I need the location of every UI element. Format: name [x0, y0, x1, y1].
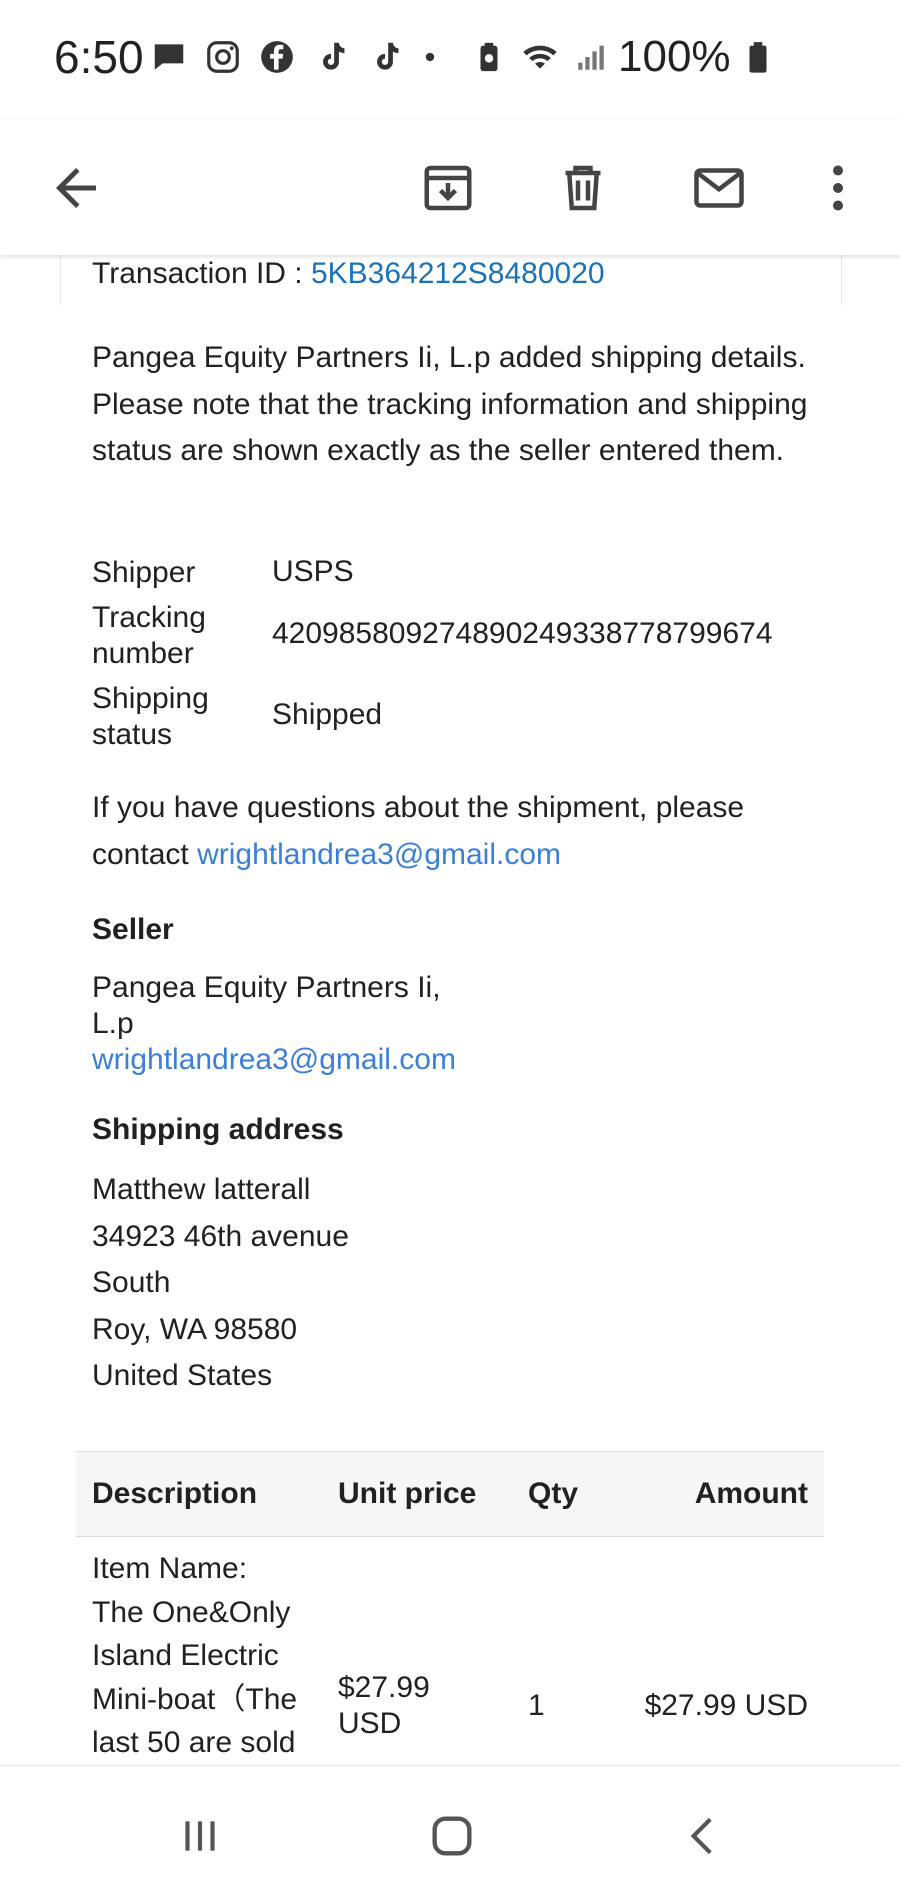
recents-icon: [185, 1821, 215, 1851]
table-row: Item Name: The One&Only Island Electric …: [76, 1537, 824, 1765]
col-amount: Amount: [628, 1451, 824, 1537]
item-qty: 1: [528, 1688, 545, 1722]
seller-heading: Seller: [92, 913, 174, 946]
battery-percent: 100%: [618, 32, 731, 81]
tracking-label: Tracking number: [92, 601, 206, 670]
trash-icon: [565, 165, 601, 211]
shipping-note: Pangea Equity Partners Ii, L.p added shi…: [92, 341, 808, 467]
wifi-icon: [523, 45, 557, 69]
transaction-label: Transaction ID :: [92, 257, 311, 290]
nav-back-icon: [690, 1817, 712, 1855]
signal-icon: [578, 45, 604, 70]
item-description: Item Name: The One&Only Island Electric …: [92, 1552, 298, 1759]
mail-icon: [694, 168, 744, 208]
col-description: Description: [76, 1451, 322, 1537]
battery-icon: [749, 42, 767, 73]
status-bar: 6:50 100%: [0, 0, 900, 120]
transaction-id-line: Transaction ID : 5KB364212S8480020: [92, 257, 605, 291]
seller-info: Pangea Equity Partners Ii, L.p wrightlan…: [92, 970, 456, 1078]
email-toolbar: [0, 120, 900, 255]
col-unit-price: Unit price: [322, 1451, 512, 1537]
nav-back-button[interactable]: [664, 1796, 744, 1876]
item-unit-price: $27.99 USD: [338, 1670, 430, 1740]
more-options-button[interactable]: [798, 148, 878, 228]
instagram-icon: [207, 41, 239, 73]
battery-saver-icon: [480, 42, 498, 72]
tiktok-icon: [377, 42, 399, 70]
shipper-value: USPS: [272, 555, 354, 588]
seller-email-link[interactable]: wrightlandrea3@gmail.com: [92, 1042, 456, 1078]
archive-icon: [424, 165, 472, 211]
shipping-address-heading: Shipping address: [92, 1113, 344, 1146]
home-button[interactable]: [412, 1796, 492, 1876]
shipping-status-value: Shipped: [272, 698, 383, 731]
contact-email-link[interactable]: wrightlandrea3@gmail.com: [197, 838, 561, 871]
items-table: Description Unit price Qty Amount Item N…: [76, 1451, 824, 1765]
home-icon: [432, 1816, 472, 1856]
back-button[interactable]: [36, 148, 116, 228]
system-status: 100%: [472, 32, 775, 82]
seller-name-cont: L.p: [92, 1007, 134, 1040]
questions-text: If you have questions about the shipment…: [92, 791, 745, 871]
system-nav-bar: [0, 1765, 900, 1901]
email-body[interactable]: Transaction ID : 5KB364212S8480020 Pange…: [0, 255, 900, 1765]
tiktok-icon: [323, 42, 345, 70]
notification-icons: [150, 38, 440, 76]
shipping-status-label: Shipping status: [92, 682, 209, 751]
shipper-label: Shipper: [92, 556, 196, 589]
mark-unread-button[interactable]: [679, 148, 759, 228]
seller-name: Pangea Equity Partners Ii,: [92, 971, 441, 1004]
shipping-address: Matthew latterall 34923 46th avenue Sout…: [92, 1173, 349, 1392]
more-vert-icon: [833, 165, 843, 211]
archive-button[interactable]: [408, 148, 488, 228]
col-qty: Qty: [512, 1451, 628, 1537]
delete-button[interactable]: [543, 148, 623, 228]
facebook-icon: [261, 41, 293, 73]
recents-button[interactable]: [160, 1796, 240, 1876]
message-icon: [154, 44, 184, 70]
transaction-id-link[interactable]: 5KB364212S8480020: [311, 257, 605, 290]
item-amount: $27.99 USD: [644, 1688, 808, 1722]
tracking-number: 420985809274890249338778799674: [272, 617, 773, 650]
back-arrow-icon: [56, 168, 96, 208]
status-time: 6:50: [54, 31, 144, 83]
table-header-row: Description Unit price Qty Amount: [76, 1451, 824, 1537]
dot-icon: [425, 52, 435, 62]
